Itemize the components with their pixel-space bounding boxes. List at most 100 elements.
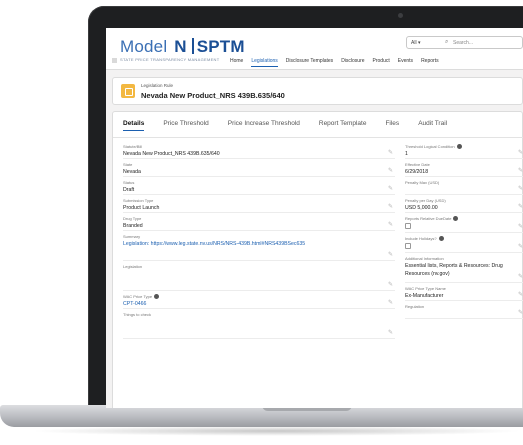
- field-value-text: Product Launch: [123, 205, 160, 211]
- edit-pencil-icon[interactable]: ✎: [388, 251, 393, 258]
- edit-pencil-icon[interactable]: ✎: [518, 243, 523, 250]
- field-label-text: Penalty per Day (USD): [405, 198, 446, 203]
- field-value: Ex-Manufacturer: [405, 292, 523, 300]
- field-label-text: Include Holidays?: [405, 236, 437, 241]
- logo-divider: [191, 38, 194, 54]
- field-value: Branded: [123, 222, 395, 230]
- field-value: [405, 186, 523, 194]
- field-value: [123, 318, 395, 338]
- edit-pencil-icon[interactable]: ✎: [388, 281, 393, 288]
- field-label-text: Legislation: [123, 264, 143, 269]
- nav-item-disclosure-templates[interactable]: Disclosure Templates: [286, 58, 333, 64]
- edit-pencil-icon[interactable]: ✎: [518, 149, 523, 156]
- edit-pencil-icon[interactable]: ✎: [388, 329, 393, 336]
- field-value: [405, 222, 523, 232]
- edit-pencil-icon[interactable]: ✎: [518, 223, 523, 230]
- field-value[interactable]: CPT-0466: [123, 300, 395, 308]
- search-scope-dropdown[interactable]: All ▾: [411, 40, 420, 46]
- checkbox[interactable]: [405, 223, 411, 229]
- search-input[interactable]: Search...: [453, 40, 473, 46]
- field-effective-date: Effective Date 6/29/2018 ✎: [405, 162, 523, 177]
- tab-report-template[interactable]: Report Template: [319, 120, 367, 127]
- global-search[interactable]: All ▾ ⌕ Search...: [406, 36, 523, 49]
- edit-pencil-icon[interactable]: ✎: [388, 185, 393, 192]
- app-header: Model N SPTM STATE PRICE TRANSPARENCY MAN…: [106, 28, 523, 70]
- edit-pencil-icon[interactable]: ✎: [388, 299, 393, 306]
- tab-details[interactable]: Details: [123, 120, 145, 131]
- field-summary: Summary Legislation: https://www.leg.stat…: [123, 234, 395, 261]
- info-icon[interactable]: [154, 294, 160, 299]
- tab-files[interactable]: Files: [385, 120, 399, 127]
- field-value-text: Legislation: https://www.leg.state.nv.us…: [123, 241, 306, 247]
- app-tagline: STATE PRICE TRANSPARENCY MANAGEMENT: [120, 57, 220, 62]
- legislation-rule-icon: [121, 84, 135, 98]
- field-label-text: Reports Relative DueDate: [405, 216, 452, 221]
- field-include-holidays: Include Holidays? ✎: [405, 236, 523, 253]
- edit-pencil-icon[interactable]: ✎: [388, 203, 393, 210]
- field-value-text: CPT-0466: [123, 301, 147, 307]
- tab-price-increase-threshold[interactable]: Price Increase Threshold: [228, 120, 300, 127]
- field-label-text: Threshold Logical Condition: [405, 144, 455, 149]
- right-field-column: Threshold Logical Condition 1 ✎ Effective D…: [405, 144, 523, 322]
- field-submission-type: Submission Type Product Launch ✎: [123, 198, 395, 213]
- field-value-text: Nevada New Product_NRS 439B.635/640: [123, 151, 220, 157]
- edit-pencil-icon[interactable]: ✎: [518, 185, 523, 192]
- field-value[interactable]: Legislation: https://www.leg.state.nv.us…: [123, 240, 395, 260]
- checkbox[interactable]: [405, 243, 411, 249]
- info-icon[interactable]: [453, 216, 459, 221]
- edit-pencil-icon[interactable]: ✎: [388, 149, 393, 156]
- field-label-text: Statute/Bill: [123, 144, 143, 149]
- field-value: [405, 310, 523, 318]
- left-field-column: Statute/Bill Nevada New Product_NRS 439B.…: [123, 144, 395, 342]
- field-value: USD 5,000.00: [405, 204, 523, 212]
- field-label-text: WAC Price Type: [123, 294, 153, 299]
- field-label-text: State: [123, 162, 133, 167]
- tab-price-threshold[interactable]: Price Threshold: [163, 120, 208, 127]
- nav-item-reports[interactable]: Reports: [421, 58, 439, 64]
- edit-pencil-icon[interactable]: ✎: [518, 167, 523, 174]
- field-value: Draft: [123, 186, 395, 194]
- field-label-text: Penalty Max (USD): [405, 180, 440, 185]
- field-drug-type: Drug Type Branded ✎: [123, 216, 395, 231]
- edit-pencil-icon[interactable]: ✎: [518, 273, 523, 280]
- app-logo[interactable]: Model N SPTM: [120, 37, 245, 57]
- logo-sptm-text: SPTM: [196, 37, 245, 56]
- field-value-text: 6/29/2018: [405, 169, 429, 175]
- field-label-text: Effective Date: [405, 162, 430, 167]
- field-reports-relative-duedate: Reports Relative DueDate ✎: [405, 216, 523, 233]
- field-value: 6/29/2018: [405, 168, 523, 176]
- info-icon[interactable]: [438, 236, 444, 241]
- field-wac-price-type-name: WAC Price Type Name Ex-Manufacturer ✎: [405, 286, 523, 301]
- edit-pencil-icon[interactable]: ✎: [388, 221, 393, 228]
- edit-pencil-icon[interactable]: ✎: [518, 309, 523, 316]
- field-label-text: Regulation: [405, 304, 425, 309]
- nav-item-product[interactable]: Product: [373, 58, 390, 64]
- laptop-shadow: [30, 426, 523, 436]
- record-type-label: Legislation Rule: [141, 83, 174, 88]
- field-value: Nevada: [123, 168, 395, 176]
- field-penalty-max-usd: Penalty Max (USD) ✎: [405, 180, 523, 195]
- app-screen: Model N SPTM STATE PRICE TRANSPARENCY MAN…: [106, 28, 523, 408]
- field-penalty-per-day-usd: Penalty per Day (USD) USD 5,000.00 ✎: [405, 198, 523, 213]
- field-value-text: Nevada: [123, 169, 141, 175]
- edit-pencil-icon[interactable]: ✎: [388, 167, 393, 174]
- laptop-base: [0, 405, 523, 427]
- field-value-text: USD 5,000.00: [405, 205, 438, 211]
- logo-n-text: N: [174, 37, 187, 56]
- nav-item-legislations[interactable]: Legislations: [251, 58, 278, 67]
- edit-pencil-icon[interactable]: ✎: [518, 203, 523, 210]
- logo-model-text: Model: [120, 37, 168, 56]
- search-icon: ⌕: [445, 39, 449, 45]
- nav-item-home[interactable]: Home: [230, 58, 243, 64]
- nav-item-events[interactable]: Events: [398, 58, 413, 64]
- field-threshold-logical-condition: Threshold Logical Condition 1 ✎: [405, 144, 523, 159]
- field-wac-price-type: WAC Price Type CPT-0466 ✎: [123, 294, 395, 309]
- field-value: Product Launch: [123, 204, 395, 212]
- field-value: 1: [405, 150, 523, 158]
- field-status: Status Draft ✎: [123, 180, 395, 195]
- edit-pencil-icon[interactable]: ✎: [518, 291, 523, 298]
- app-launcher-icon[interactable]: [112, 58, 117, 63]
- tab-audit-trail[interactable]: Audit Trail: [418, 120, 447, 127]
- nav-item-disclosure[interactable]: Disclosure: [341, 58, 364, 64]
- info-icon[interactable]: [456, 144, 462, 149]
